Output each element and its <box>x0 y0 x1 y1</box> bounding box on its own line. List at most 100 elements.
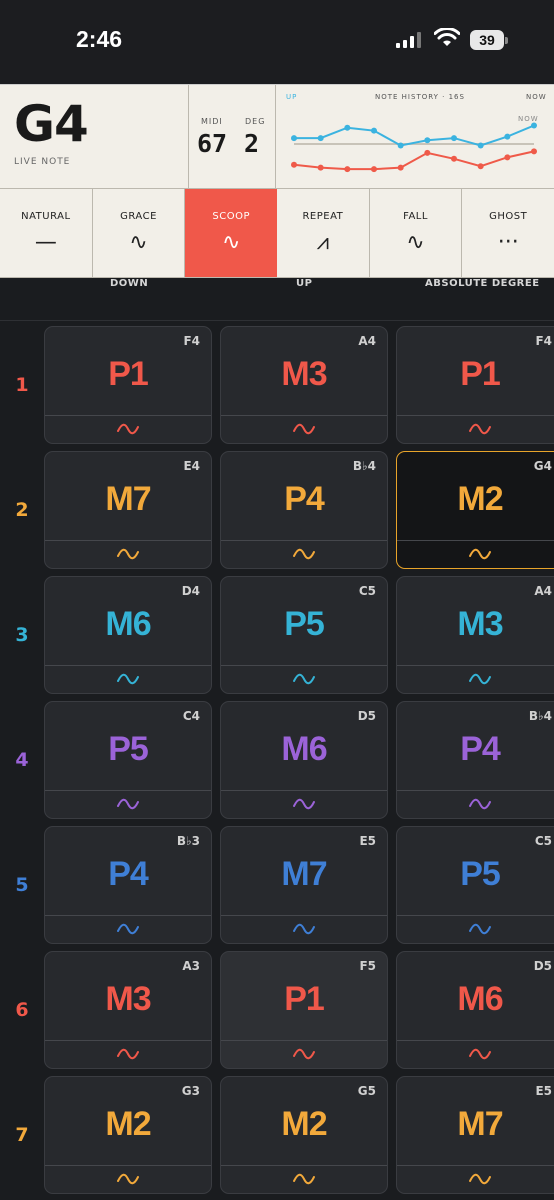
pad-interval: M2 <box>105 1105 151 1143</box>
history-point <box>371 166 377 173</box>
interval-pad[interactable]: F4 P1 <box>396 326 554 444</box>
row-number: 3 <box>15 624 29 646</box>
interval-pad[interactable]: F5 P1 <box>220 951 388 1069</box>
pad-note-name: F4 <box>183 334 200 348</box>
interval-pad[interactable]: D5 M6 <box>220 701 388 819</box>
pad-divider <box>221 1040 387 1041</box>
history-point <box>424 149 431 156</box>
wave-icon <box>397 546 554 566</box>
history-point <box>397 142 404 149</box>
battery-icon: 39 <box>470 30 504 50</box>
interval-pad[interactable]: G3 M2 <box>44 1076 212 1194</box>
pad-note-name: D5 <box>357 709 376 723</box>
wave-icon <box>221 921 387 941</box>
status-bar: 2:46 39 <box>0 0 554 84</box>
technique-button-scoop[interactable]: SCOOP ∿ <box>185 189 278 277</box>
technique-button-grace[interactable]: GRACE ∿ <box>93 189 186 277</box>
pad-interval: P5 <box>108 730 149 768</box>
interval-pad[interactable]: E5 M7 <box>220 826 388 944</box>
column-header-up: UP <box>296 278 313 289</box>
history-point <box>531 122 537 129</box>
pad-divider <box>45 1165 211 1166</box>
technique-button-fall[interactable]: FALL ∿ <box>370 189 463 277</box>
pad-divider <box>397 540 554 541</box>
pad-note-name: B♭3 <box>176 834 200 848</box>
interval-pad[interactable]: D5 M6 <box>396 951 554 1069</box>
technique-label: SCOOP <box>212 211 250 222</box>
pad-interval: P1 <box>108 355 149 393</box>
pad-note-name: C5 <box>534 834 552 848</box>
live-note-name: G4 <box>14 95 89 153</box>
wave-icon <box>397 421 554 441</box>
history-point <box>504 133 511 140</box>
pad-note-name: B♭4 <box>352 459 376 473</box>
wave-icon <box>45 921 211 941</box>
pad-note-name: D5 <box>533 959 552 973</box>
interval-pad[interactable]: A3 M3 <box>44 951 212 1069</box>
pad-note-name: E5 <box>535 1084 552 1098</box>
history-point <box>531 148 537 155</box>
pad-note-name: C5 <box>358 584 376 598</box>
interval-pad[interactable]: C5 P5 <box>396 826 554 944</box>
wave-icon <box>221 671 387 691</box>
interval-pad[interactable]: C4 P5 <box>44 701 212 819</box>
history-point <box>477 142 484 149</box>
interval-pad[interactable]: F4 P1 <box>44 326 212 444</box>
technique-button-ghost[interactable]: GHOST ··· <box>462 189 554 277</box>
pad-interval: M3 <box>281 355 327 393</box>
history-point <box>397 164 404 171</box>
technique-label: REPEAT <box>302 211 344 222</box>
midi-panel: MIDI 67 DEG 2 <box>189 85 276 189</box>
wave-icon <box>221 421 387 441</box>
pad-divider <box>221 665 387 666</box>
column-header-absolute-degree: ABSOLUTE DEGREE <box>425 278 540 289</box>
interval-pad[interactable]: E4 M7 <box>44 451 212 569</box>
row-number: 7 <box>15 1124 29 1146</box>
pad-divider <box>221 1165 387 1166</box>
column-headers: DOWN UP ABSOLUTE DEGREE <box>0 276 554 321</box>
pad-interval: P5 <box>460 855 501 893</box>
technique-button-natural[interactable]: NATURAL — <box>0 189 93 277</box>
pad-interval: M6 <box>281 730 327 768</box>
pad-divider <box>397 415 554 416</box>
history-point <box>291 161 297 168</box>
history-point <box>451 155 457 162</box>
wave-icon <box>397 921 554 941</box>
pad-interval: P4 <box>284 480 325 518</box>
wave-icon: ∿ <box>406 230 425 255</box>
history-series-line <box>293 150 535 171</box>
history-point <box>344 166 351 173</box>
interval-pad[interactable]: B♭3 P4 <box>44 826 212 944</box>
row-number: 1 <box>15 374 29 396</box>
interval-pad[interactable]: A4 M3 <box>220 326 388 444</box>
wave-icon <box>221 1046 387 1066</box>
dash-icon: — <box>34 230 57 255</box>
column-header-down: DOWN <box>110 278 149 289</box>
interval-pad[interactable]: D4 M6 <box>44 576 212 694</box>
history-point <box>344 124 351 131</box>
pad-divider <box>397 915 554 916</box>
technique-button-repeat[interactable]: REPEAT ⩘ <box>277 189 370 277</box>
interval-pad[interactable]: E5 M7 <box>396 1076 554 1194</box>
technique-label: FALL <box>403 211 428 222</box>
pad-interval: M2 <box>281 1105 327 1143</box>
interval-pad[interactable]: G4 M2 <box>396 451 554 569</box>
pad-divider <box>397 1040 554 1041</box>
technique-label: NATURAL <box>21 211 71 222</box>
pad-interval: M3 <box>105 980 151 1018</box>
interval-pad[interactable]: G5 M2 <box>220 1076 388 1194</box>
pad-note-name: F4 <box>535 334 552 348</box>
interval-pad[interactable]: B♭4 P4 <box>396 701 554 819</box>
wave-icon <box>45 671 211 691</box>
pad-divider <box>45 665 211 666</box>
interval-pad[interactable]: C5 P5 <box>220 576 388 694</box>
pad-note-name: A3 <box>182 959 200 973</box>
interval-pad[interactable]: A4 M3 <box>396 576 554 694</box>
pad-interval: P1 <box>284 980 325 1018</box>
pad-interval: P1 <box>460 355 501 393</box>
wave-icon <box>221 546 387 566</box>
interval-pad[interactable]: B♭4 P4 <box>220 451 388 569</box>
pad-note-name: E4 <box>183 459 200 473</box>
history-point <box>424 137 431 144</box>
history-series-line <box>294 124 535 147</box>
